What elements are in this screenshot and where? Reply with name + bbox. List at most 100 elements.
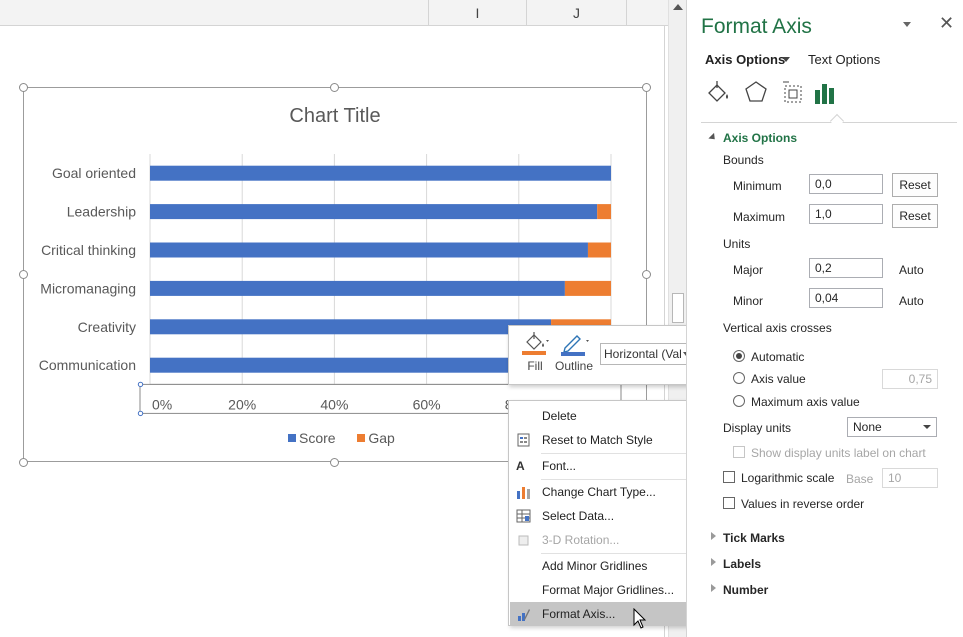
reverse-order-label[interactable]: Values in reverse order <box>741 497 864 511</box>
major-label: Major <box>733 263 764 277</box>
category-label: Critical thinking <box>41 242 136 258</box>
section-tick-marks[interactable]: Tick Marks <box>723 531 785 545</box>
resize-handle-left[interactable] <box>19 270 28 279</box>
display-units-label: Display units <box>723 421 792 435</box>
resize-handle-bottom-left[interactable] <box>19 458 28 467</box>
axis-value-label[interactable]: Axis value <box>751 372 806 386</box>
bar-score-goal-oriented <box>150 165 611 181</box>
tab-text-options[interactable]: Text Options <box>808 52 880 67</box>
base-input[interactable]: 10 <box>882 468 938 488</box>
bar-score-critical-thinking <box>150 242 588 258</box>
maximum-label: Maximum <box>733 210 786 224</box>
pane-category-icons <box>708 81 834 104</box>
logarithmic-scale-label[interactable]: Logarithmic scale <box>741 471 834 485</box>
axis-value-input[interactable]: 0,75 <box>882 369 938 389</box>
radio-axis-value[interactable] <box>733 372 745 384</box>
x-tick-label: 60% <box>413 396 441 412</box>
menu-item-format-major-gridlines[interactable]: Format Major Gridlines... <box>510 578 693 602</box>
resize-handle-top-right[interactable] <box>642 83 651 92</box>
chart-element-selector[interactable]: Horizontal (Val <box>600 343 693 365</box>
major-input[interactable]: 0,2 <box>809 258 883 278</box>
select-data-icon <box>516 509 531 523</box>
category-label: Creativity <box>78 319 136 335</box>
minimum-reset-button[interactable]: Reset <box>892 173 938 197</box>
logarithmic-scale-checkbox[interactable] <box>723 471 735 483</box>
minor-auto-label: Auto <box>899 294 924 308</box>
column-header-j[interactable]: J <box>526 0 626 26</box>
resize-handle-right[interactable] <box>642 270 651 279</box>
menu-item-add-minor-gridlines[interactable]: Add Minor Gridlines <box>510 554 693 578</box>
menu-item-3d-rotation[interactable]: 3-D Rotation... <box>510 528 693 552</box>
radio-maximum-axis-value[interactable] <box>733 395 745 407</box>
mini-toolbar: Fill Outline Horizontal (Val <box>508 325 698 385</box>
outline-button[interactable]: Outline <box>555 330 593 373</box>
expand-icon[interactable] <box>711 558 716 566</box>
resize-handle-top-left[interactable] <box>19 83 28 92</box>
column-header-i[interactable]: I <box>428 0 526 26</box>
minimum-input[interactable]: 0,0 <box>809 174 883 194</box>
rotation-3d-icon <box>518 535 529 546</box>
close-icon[interactable]: ✕ <box>939 13 954 34</box>
fill-label: Fill <box>527 359 543 373</box>
bounds-label: Bounds <box>723 153 764 167</box>
pen-outline-icon <box>561 335 589 356</box>
bar-gap-micromanaging <box>564 280 611 296</box>
menu-item-label: 3-D Rotation... <box>542 533 620 547</box>
x-tick-label: 0% <box>152 396 172 412</box>
maximum-input[interactable]: 1,0 <box>809 204 883 224</box>
menu-item-label: Change Chart Type... <box>542 485 656 499</box>
chevron-down-icon[interactable] <box>782 57 790 62</box>
show-display-units-checkbox[interactable] <box>733 446 745 458</box>
reverse-order-checkbox[interactable] <box>723 497 735 509</box>
section-number[interactable]: Number <box>723 583 768 597</box>
column-header-bar: I J <box>0 0 668 26</box>
legend-swatch-score <box>288 434 296 442</box>
expand-icon[interactable] <box>711 584 716 592</box>
menu-item-label: Format Axis... <box>542 607 616 621</box>
maximum-reset-button[interactable]: Reset <box>892 204 938 228</box>
chart-legend[interactable]: Score Gap <box>288 430 395 446</box>
menu-item-label: Select Data... <box>542 509 615 523</box>
menu-item-label: Font... <box>542 459 577 473</box>
axis-selection-handle <box>137 381 144 388</box>
maximum-axis-value-label[interactable]: Maximum axis value <box>751 395 860 409</box>
column-header-k[interactable] <box>626 0 668 26</box>
menu-item-font[interactable]: A Font... <box>510 454 693 478</box>
paint-bucket-icon <box>522 332 549 355</box>
vertical-axis-crosses-label: Vertical axis crosses <box>723 321 832 335</box>
section-labels[interactable]: Labels <box>723 557 761 571</box>
size-properties-icon <box>783 81 802 103</box>
minimum-label: Minimum <box>733 179 782 193</box>
bar-score-creativity <box>150 319 552 335</box>
section-collapse-icon[interactable] <box>708 132 718 143</box>
minor-input[interactable]: 0,04 <box>809 288 883 308</box>
bar-gap-leadership <box>597 204 611 220</box>
display-units-select[interactable]: None <box>847 417 937 437</box>
tab-axis-options[interactable]: Axis Options <box>705 52 785 67</box>
resize-handle-top[interactable] <box>330 83 339 92</box>
menu-item-format-axis[interactable]: Format Axis... <box>510 602 693 626</box>
legend-label-score: Score <box>299 430 336 446</box>
category-label: Leadership <box>67 204 136 220</box>
resize-handle-bottom[interactable] <box>330 458 339 467</box>
pane-divider <box>701 122 957 123</box>
reset-style-icon <box>517 433 530 447</box>
legend-label-gap: Gap <box>368 430 395 446</box>
scroll-up-arrow-icon[interactable] <box>673 4 683 10</box>
section-axis-options[interactable]: Axis Options <box>723 131 797 145</box>
scrollbar-thumb[interactable] <box>672 293 684 323</box>
pane-options-chevron-icon[interactable] <box>903 22 911 27</box>
radio-automatic[interactable] <box>733 350 745 362</box>
menu-item-change-chart-type[interactable]: Change Chart Type... <box>510 480 693 504</box>
axis-options-icon <box>815 84 834 104</box>
minor-label: Minor <box>733 294 764 308</box>
fill-button[interactable]: Fill <box>517 330 553 373</box>
mouse-pointer-icon <box>633 608 647 629</box>
expand-icon[interactable] <box>711 532 716 540</box>
outline-label: Outline <box>555 359 594 373</box>
menu-item-select-data[interactable]: Select Data... <box>510 504 693 528</box>
bar-score-micromanaging <box>150 280 565 296</box>
menu-item-delete[interactable]: Delete <box>510 404 693 428</box>
automatic-label[interactable]: Automatic <box>751 350 804 364</box>
menu-item-reset-to-match-style[interactable]: Reset to Match Style <box>510 428 693 452</box>
